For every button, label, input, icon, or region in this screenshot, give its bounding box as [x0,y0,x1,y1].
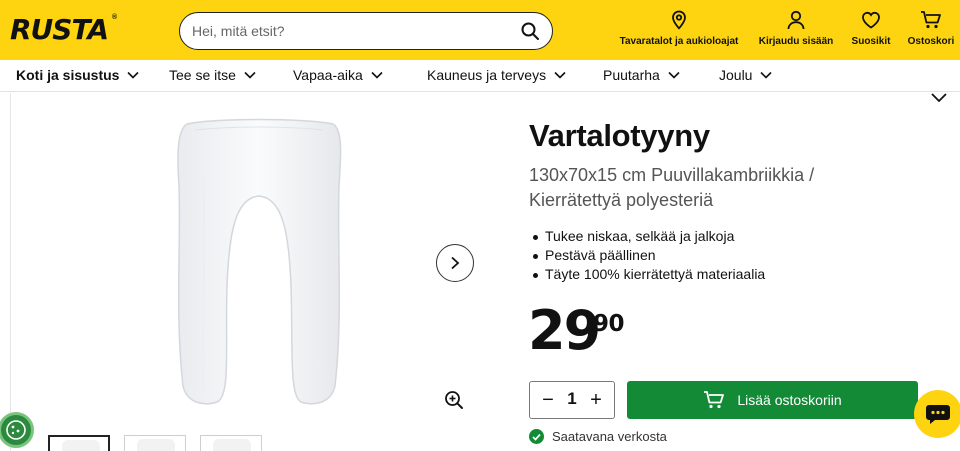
nav-joulu[interactable]: Joulu [719,67,773,83]
cart-link[interactable]: Ostoskori [906,10,956,52]
cookie-settings-button[interactable] [0,412,34,448]
nav-label: Koti ja sisustus [16,67,120,83]
nav-vapaa-aika[interactable]: Vapaa-aika [293,67,383,83]
quantity-stepper: − 1 + [529,381,615,419]
map-pin-icon [672,10,686,30]
stores-link[interactable]: Tavaratalot ja aukioloajat [617,10,741,52]
nav-puutarha[interactable]: Puutarha [603,67,680,83]
favorites-link[interactable]: Suosikit [851,10,891,52]
cart-label: Ostoskori [907,36,955,47]
chevron-down-icon [371,71,383,79]
nav-tee-se-itse[interactable]: Tee se itse [169,67,256,83]
cart-icon [921,11,941,29]
availability-label: Saatavana verkosta [552,429,667,444]
chevron-down-icon [554,71,566,79]
feature-item: Täyte 100% kierrätettyä materiaalia [530,265,765,284]
nav-label: Joulu [719,67,753,83]
login-link[interactable]: Kirjaudu sisään [758,10,834,52]
stores-label: Tavaratalot ja aukioloajat [619,36,739,47]
nav-kauneus-ja-terveys[interactable]: Kauneus ja terveys [427,67,566,83]
feature-item: Tukee niskaa, selkää ja jalkoja [530,227,765,246]
chat-button[interactable] [914,390,960,438]
nav-label: Puutarha [603,67,660,83]
heart-icon [862,11,880,29]
search-bar[interactable] [179,12,553,50]
chevron-down-icon [244,71,256,79]
gallery-next-button[interactable] [436,244,474,282]
quantity-value[interactable]: 1 [560,389,584,409]
feature-item: Pestävä päällinen [530,246,765,265]
add-to-cart-button[interactable]: Lisää ostoskoriin [627,381,918,419]
quantity-decrease-button[interactable]: − [536,388,560,412]
product-title: Vartalotyyny [529,118,710,153]
login-label: Kirjaudu sisään [758,36,834,47]
nav-koti-ja-sisustus[interactable]: Koti ja sisustus [16,67,140,83]
chevron-down-icon[interactable] [930,92,948,104]
cart-icon [704,391,725,409]
rusta-logo[interactable]: RUSTA [10,14,109,46]
add-to-cart-label: Lisää ostoskoriin [737,392,842,408]
search-input[interactable] [192,21,512,41]
quantity-increase-button[interactable]: + [584,388,608,412]
product-features: Tukee niskaa, selkää ja jalkoja Pestävä … [530,227,765,284]
price-integer: 29 [528,299,601,362]
gallery-thumbnail[interactable] [48,435,110,451]
price-decimals: 90 [593,311,625,337]
nav-label: Tee se itse [169,67,236,83]
chevron-down-icon [127,71,140,79]
content-divider [10,93,11,451]
gallery-thumbnail[interactable] [124,435,186,451]
check-icon [529,429,544,444]
product-image [177,118,342,405]
chevron-right-icon [451,256,460,270]
nav-label: Kauneus ja terveys [427,67,547,83]
user-icon [787,10,805,30]
cookie-icon [6,420,26,440]
category-nav: Koti ja sisustus Tee se itse Vapaa-aika … [0,60,960,92]
availability-status: Saatavana verkosta [529,429,667,444]
top-header: RUSTA ® Tavaratalot ja aukioloajat Kirja… [0,0,960,60]
chevron-down-icon [668,71,680,79]
favorites-label: Suosikit [851,36,891,47]
nav-label: Vapaa-aika [293,67,363,83]
registered-mark: ® [112,14,118,21]
zoom-in-icon[interactable] [444,390,464,410]
chevron-down-icon [760,71,773,79]
search-icon[interactable] [520,21,540,41]
chat-icon [926,405,950,424]
gallery-thumbnail[interactable] [200,435,262,451]
product-subtitle: 130x70x15 cm Puuvillakambriikkia / Kierr… [529,165,815,210]
